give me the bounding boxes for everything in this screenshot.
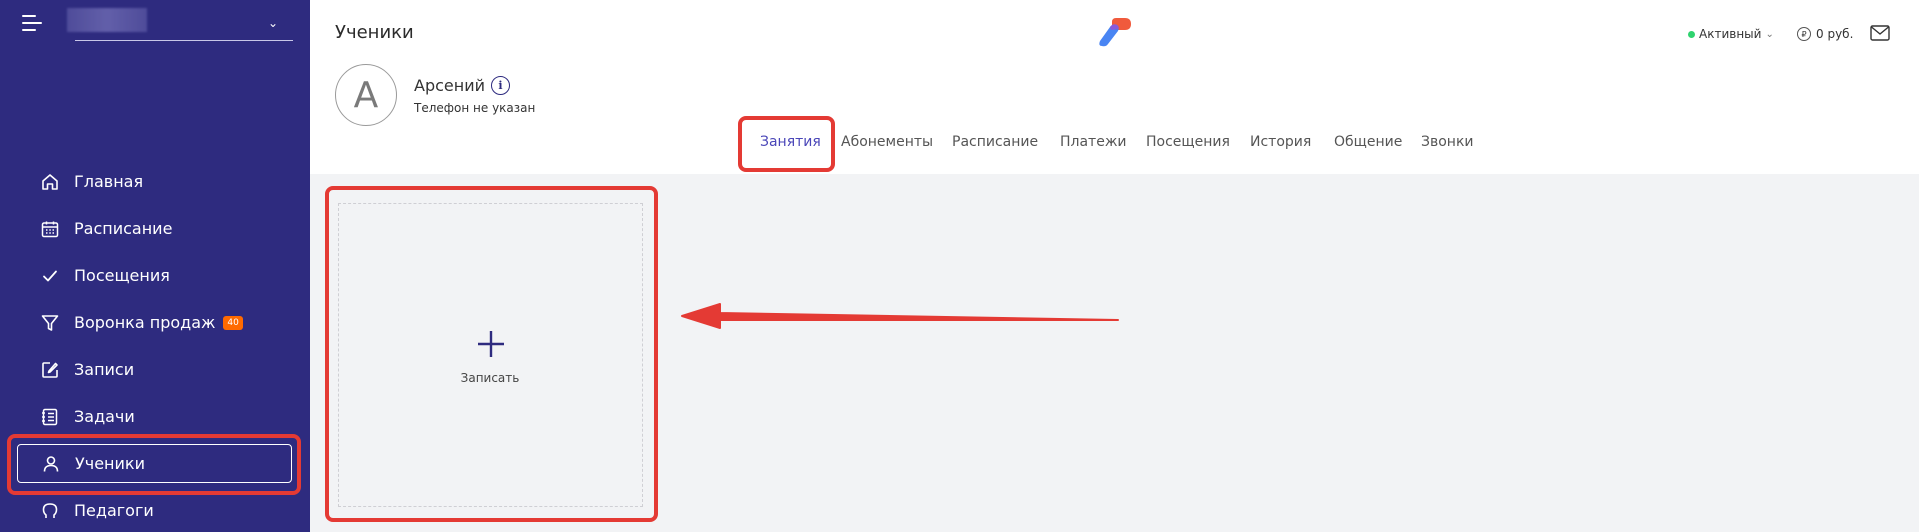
tab-communication[interactable]: Общение — [1334, 134, 1402, 150]
status-dot — [1688, 30, 1695, 38]
mail-icon[interactable] — [1870, 25, 1890, 41]
calendar-icon — [39, 218, 61, 240]
menu-toggle-icon[interactable] — [22, 15, 42, 31]
chevron-down-icon[interactable]: ⌄ — [268, 16, 278, 30]
sidebar-item-teachers[interactable]: Педагоги — [17, 491, 292, 530]
tab-attendance[interactable]: Посещения — [1146, 134, 1230, 150]
page-title: Ученики — [335, 22, 414, 43]
sidebar-item-label: Воронка продаж — [74, 313, 216, 332]
status-label: Активный — [1699, 27, 1762, 41]
teacher-icon — [39, 500, 61, 522]
sidebar-item-label: Расписание — [74, 219, 173, 238]
home-icon — [39, 171, 61, 193]
highlight-frame-enroll-card — [325, 186, 658, 522]
highlight-frame-tab-lessons — [738, 116, 835, 172]
funnel-icon — [39, 312, 61, 334]
avatar-initial: А — [353, 74, 379, 116]
sidebar-item-label: Записи — [74, 360, 135, 379]
chevron-down-icon: ⌄ — [1765, 28, 1774, 40]
annotation-arrow — [681, 303, 1119, 329]
tab-payments[interactable]: Платежи — [1060, 134, 1127, 150]
sidebar-item-label: Педагоги — [74, 501, 154, 520]
sidebar-item-label: Главная — [74, 172, 144, 191]
sidebar-item-label: Посещения — [74, 266, 170, 285]
sidebar-item-schedule[interactable]: Расписание — [17, 209, 292, 248]
sidebar-item-label: Задачи — [74, 407, 135, 426]
tab-calls[interactable]: Звонки — [1421, 134, 1474, 150]
school-select-underline — [75, 40, 293, 41]
tab-history[interactable]: История — [1250, 134, 1311, 150]
count-badge: 40 — [223, 315, 243, 330]
student-phone: Телефон не указан — [414, 101, 536, 115]
balance-value: 0 руб. — [1816, 27, 1854, 41]
edit-icon — [39, 359, 61, 381]
highlight-frame-students — [7, 434, 301, 495]
sidebar-item-records[interactable]: Записи — [17, 350, 292, 389]
tab-schedule[interactable]: Расписание — [952, 134, 1038, 150]
info-icon[interactable]: i — [491, 76, 510, 95]
sidebar-item-sales-funnel[interactable]: Воронка продаж 40 — [17, 303, 292, 342]
balance[interactable]: ₽ 0 руб. — [1797, 27, 1853, 41]
tab-subscriptions[interactable]: Абонементы — [841, 134, 933, 150]
checklist-icon — [39, 406, 61, 428]
status-select[interactable]: Активный ⌄ — [1688, 27, 1774, 41]
ruble-icon: ₽ — [1797, 27, 1811, 41]
check-icon — [39, 265, 61, 287]
student-name-text: Арсений — [414, 76, 485, 95]
sidebar-item-tasks[interactable]: Задачи — [17, 397, 292, 436]
brand-logo — [1099, 18, 1131, 47]
avatar: А — [335, 64, 397, 126]
student-name: Арсений i — [414, 76, 510, 95]
sidebar-item-home[interactable]: Главная — [17, 162, 292, 201]
school-name-blurred[interactable] — [67, 8, 147, 32]
sidebar-item-attendance[interactable]: Посещения — [17, 256, 292, 295]
